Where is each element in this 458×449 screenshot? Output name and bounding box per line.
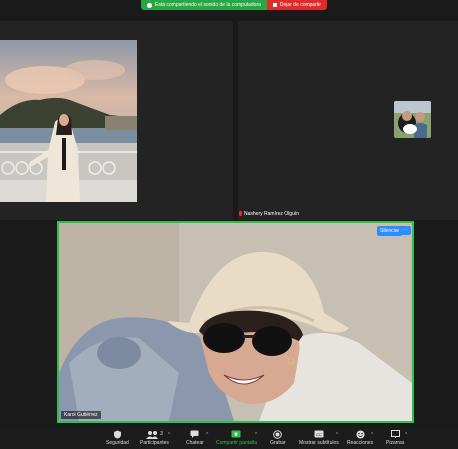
- participants-button[interactable]: 3 Participantes: [140, 430, 169, 446]
- video-frame: [59, 223, 412, 421]
- captions-caret-icon[interactable]: ^: [336, 432, 338, 438]
- participant-name-tag: Karol Gutiérrez: [61, 411, 101, 419]
- participant-avatar: [394, 101, 431, 138]
- video-tile-top-left[interactable]: [0, 21, 233, 220]
- record-label: Grabar: [270, 440, 286, 446]
- video-frame: [0, 40, 137, 202]
- captions-button[interactable]: CC Mostrar subtítulos: [299, 430, 339, 446]
- reactions-icon: [355, 430, 365, 438]
- more-options-button[interactable]: ···: [399, 226, 411, 235]
- meeting-toolbar: Seguridad 3 Participantes ^ Chatear ^ Co…: [0, 427, 458, 449]
- record-icon: [273, 429, 283, 439]
- share-screen-icon: [231, 430, 241, 438]
- share-caret-icon[interactable]: ^: [255, 432, 257, 438]
- speaker-icon: [147, 2, 152, 8]
- chat-button[interactable]: Chatear: [186, 430, 204, 446]
- chat-caret-icon[interactable]: ^: [206, 432, 208, 438]
- screen-share-bar: Está compartiendo el sonido de la comput…: [141, 0, 328, 10]
- participant-name: Karol Gutiérrez: [64, 412, 98, 418]
- video-tile-top-right[interactable]: Nashery Ramírez Olguín: [238, 21, 458, 220]
- security-label: Seguridad: [106, 440, 129, 446]
- muted-mic-icon: [239, 211, 242, 217]
- participant-name-tag: Nashery Ramírez Olguín: [236, 210, 302, 218]
- share-screen-label: Compartir pantalla: [216, 440, 257, 446]
- share-status: Está compartiendo el sonido de la comput…: [141, 0, 267, 10]
- stop-share-button[interactable]: Dejar de compartir: [266, 0, 328, 10]
- chat-label: Chatear: [186, 440, 204, 446]
- participant-name: Nashery Ramírez Olguín: [244, 211, 300, 217]
- share-screen-button[interactable]: Compartir pantalla: [216, 430, 257, 446]
- video-tile-active-speaker[interactable]: Silenciar ··· Karol Gutiérrez: [57, 221, 414, 423]
- whiteboards-button[interactable]: Pizarras: [386, 430, 404, 446]
- participant-video: [59, 223, 412, 421]
- people-icon: 3: [143, 430, 165, 439]
- captions-icon: CC: [314, 430, 324, 438]
- record-button[interactable]: Grabar: [270, 429, 286, 446]
- participants-caret-icon[interactable]: ^: [168, 432, 170, 438]
- avatar-frame: [394, 101, 431, 138]
- svg-text:CC: CC: [316, 432, 322, 437]
- chat-icon: [190, 430, 200, 438]
- reactions-button[interactable]: Reacciones: [347, 430, 373, 446]
- participants-label: Participantes: [140, 440, 169, 446]
- captions-label: Mostrar subtítulos: [299, 440, 339, 446]
- participant-photo: [0, 40, 137, 202]
- security-button[interactable]: Seguridad: [106, 430, 129, 446]
- shield-icon: [112, 430, 122, 438]
- share-status-text: Está compartiendo el sonido de la comput…: [155, 2, 261, 8]
- reactions-label: Reacciones: [347, 440, 374, 446]
- reactions-caret-icon[interactable]: ^: [371, 432, 373, 438]
- whiteboards-label: Pizarras: [386, 440, 405, 446]
- stop-icon: [272, 3, 277, 7]
- whiteboards-caret-icon[interactable]: ^: [405, 432, 407, 438]
- participants-count: 3: [160, 431, 163, 437]
- stop-share-label: Dejar de compartir: [279, 2, 322, 8]
- whiteboard-icon: [390, 430, 400, 438]
